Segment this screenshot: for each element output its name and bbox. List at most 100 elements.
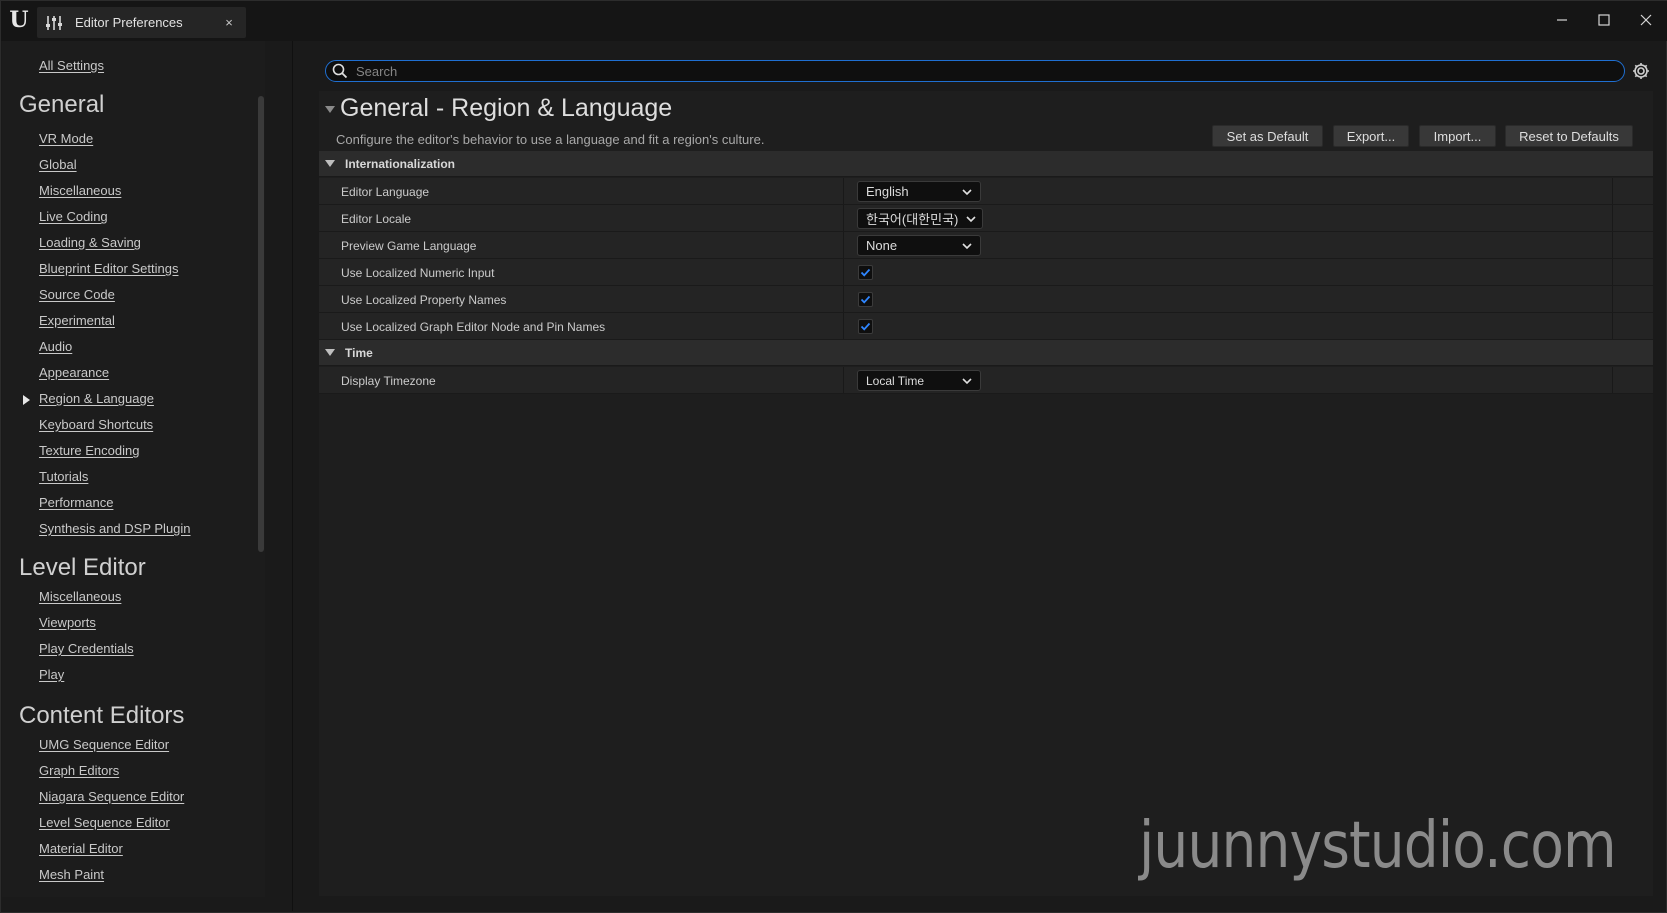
nav-umg-sequence-editor[interactable]: UMG Sequence Editor (39, 737, 169, 752)
column-divider[interactable] (843, 205, 844, 231)
nav-level-miscellaneous[interactable]: Miscellaneous (39, 589, 121, 604)
collapse-arrow-icon[interactable] (325, 106, 335, 113)
property-name: Display Timezone (341, 374, 436, 388)
reset-to-defaults-button[interactable]: Reset to Defaults (1505, 125, 1633, 147)
column-divider[interactable] (843, 286, 844, 312)
nav-viewports[interactable]: Viewports (39, 615, 96, 630)
column-divider-right (1612, 205, 1613, 231)
tab-label: Editor Preferences (75, 15, 183, 30)
nav-texture-encoding[interactable]: Texture Encoding (39, 443, 139, 458)
nav-all-settings[interactable]: All Settings (39, 58, 104, 73)
localized-property-names-checkbox[interactable] (858, 292, 873, 307)
close-window-button[interactable] (1633, 9, 1659, 31)
localized-numeric-input-checkbox[interactable] (858, 265, 873, 280)
property-row-editor-locale: Editor Locale 한국어(대한민국) (319, 205, 1653, 232)
nav-niagara-sequence-editor[interactable]: Niagara Sequence Editor (39, 789, 184, 804)
nav-mesh-paint[interactable]: Mesh Paint (39, 867, 104, 882)
category-time[interactable]: Time (319, 340, 1653, 366)
column-divider[interactable] (843, 178, 844, 204)
property-name: Editor Language (341, 185, 430, 199)
property-name: Use Localized Property Names (341, 293, 507, 307)
nav-keyboard-shortcuts[interactable]: Keyboard Shortcuts (39, 417, 153, 432)
gear-icon[interactable] (1631, 61, 1651, 81)
nav-section-level-editor: Level Editor (19, 554, 146, 581)
chevron-down-icon (962, 377, 972, 384)
localized-graph-node-names-checkbox[interactable] (858, 319, 873, 334)
category-expand-icon (325, 349, 335, 356)
minimize-icon (1557, 19, 1567, 21)
nav-blueprint-editor-settings[interactable]: Blueprint Editor Settings (39, 261, 178, 276)
editor-locale-combo[interactable]: 한국어(대한민국) (857, 208, 983, 229)
preview-game-language-combo[interactable]: None (857, 235, 981, 256)
checkmark-icon (860, 268, 871, 277)
search-input[interactable] (356, 63, 1556, 79)
category-expand-icon (325, 160, 335, 167)
category-label: Time (345, 345, 373, 360)
column-divider-right (1612, 367, 1613, 393)
nav-miscellaneous[interactable]: Miscellaneous (39, 183, 121, 198)
tab-editor-preferences[interactable]: Editor Preferences × (37, 7, 246, 38)
property-name: Preview Game Language (341, 239, 477, 253)
nav-graph-editors[interactable]: Graph Editors (39, 763, 119, 778)
editor-preferences-window: U Editor Preferences × All Settings Gene… (0, 0, 1667, 913)
nav-level-sequence-editor[interactable]: Level Sequence Editor (39, 815, 170, 830)
active-item-arrow-icon (23, 395, 30, 405)
checkmark-icon (860, 322, 871, 331)
editor-language-combo[interactable]: English (857, 181, 981, 202)
column-divider[interactable] (843, 259, 844, 285)
minimize-button[interactable] (1549, 9, 1575, 31)
property-row-display-timezone: Display Timezone Local Time (319, 367, 1653, 394)
column-divider-right (1612, 259, 1613, 285)
chevron-down-icon (962, 242, 972, 249)
search-box (325, 60, 1625, 82)
nav-live-coding[interactable]: Live Coding (39, 209, 108, 224)
maximize-icon (1598, 14, 1610, 26)
property-row-editor-language: Editor Language English (319, 178, 1653, 205)
settings-sidebar: All Settings General VR Mode Global Misc… (2, 41, 265, 897)
nav-vr-mode[interactable]: VR Mode (39, 131, 93, 146)
search-icon (332, 63, 348, 79)
nav-section-content-editors: Content Editors (19, 702, 185, 729)
combo-value: Local Time (866, 373, 925, 388)
category-internationalization[interactable]: Internationalization (319, 151, 1653, 177)
column-divider-right (1612, 178, 1613, 204)
nav-play-credentials[interactable]: Play Credentials (39, 641, 134, 656)
column-divider[interactable] (843, 232, 844, 258)
nav-source-code[interactable]: Source Code (39, 287, 115, 302)
nav-audio[interactable]: Audio (39, 339, 72, 354)
checkmark-icon (860, 295, 871, 304)
maximize-button[interactable] (1591, 9, 1617, 31)
column-divider[interactable] (843, 367, 844, 393)
display-timezone-combo[interactable]: Local Time (857, 370, 981, 391)
nav-experimental[interactable]: Experimental (39, 313, 115, 328)
nav-synthesis-dsp-plugin[interactable]: Synthesis and DSP Plugin (39, 521, 191, 536)
set-as-default-button[interactable]: Set as Default (1212, 125, 1323, 147)
nav-region-language[interactable]: Region & Language (39, 391, 154, 406)
nav-play[interactable]: Play (39, 667, 64, 682)
export-button[interactable]: Export... (1333, 125, 1409, 147)
page-title: General - Region & Language (340, 94, 673, 122)
tab-close-icon[interactable]: × (218, 15, 240, 30)
property-row-localized-graph-node-names: Use Localized Graph Editor Node and Pin … (319, 313, 1653, 340)
column-divider-right (1612, 286, 1613, 312)
chevron-down-icon (962, 188, 972, 195)
category-label: Internationalization (345, 156, 456, 171)
sliders-icon (46, 15, 62, 30)
nav-appearance[interactable]: Appearance (39, 365, 109, 380)
property-name: Editor Locale (341, 212, 412, 226)
property-row-localized-property-names: Use Localized Property Names (319, 286, 1653, 313)
sidebar-scrollbar[interactable] (258, 96, 264, 552)
import-button[interactable]: Import... (1419, 125, 1496, 147)
nav-global[interactable]: Global (39, 157, 77, 172)
combo-value: 한국어(대한민국) (866, 212, 959, 227)
combo-value: None (866, 238, 898, 253)
nav-performance[interactable]: Performance (39, 495, 113, 510)
property-name: Use Localized Numeric Input (341, 266, 495, 280)
nav-material-editor[interactable]: Material Editor (39, 841, 123, 856)
column-divider[interactable] (843, 313, 844, 339)
nav-loading-saving[interactable]: Loading & Saving (39, 235, 141, 250)
unreal-logo-icon[interactable]: U (7, 7, 31, 33)
sidebar-divider[interactable] (292, 41, 293, 911)
property-row-localized-numeric-input: Use Localized Numeric Input (319, 259, 1653, 286)
nav-tutorials[interactable]: Tutorials (39, 469, 88, 484)
